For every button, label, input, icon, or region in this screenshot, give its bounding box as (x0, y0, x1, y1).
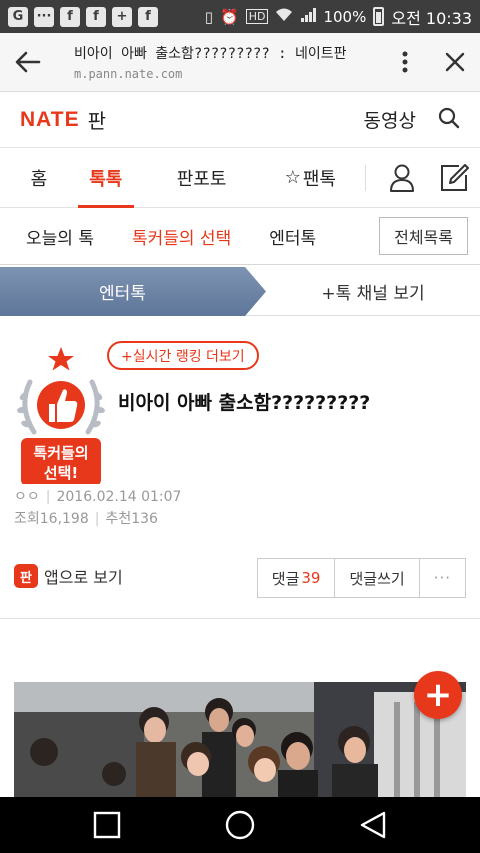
video-link[interactable]: 동영상 (364, 106, 416, 133)
recommend-count: 추천136 (105, 511, 158, 527)
tab-home[interactable]: 홈 (0, 148, 78, 208)
pann-logo-text[interactable]: 판 (88, 105, 106, 134)
close-icon (445, 52, 465, 72)
close-tab-button[interactable] (430, 33, 480, 92)
search-icon (438, 107, 460, 128)
chat-icon: ··· (34, 6, 54, 27)
channel-strip: 엔터톡 +톡 채널 보기 (0, 267, 480, 316)
tab-divider (365, 164, 367, 191)
post-date: 2016.02.14 01:07 (56, 489, 182, 505)
square-icon (93, 811, 120, 839)
site-header: NATE 판 동영상 (0, 92, 480, 148)
back-nav-button[interactable] (343, 797, 403, 853)
current-channel[interactable]: 엔터톡 (0, 267, 245, 316)
circle-home-icon (225, 810, 255, 840)
signal-icon (300, 7, 317, 27)
subtab-today-talk[interactable]: 오늘의 톡 (0, 224, 110, 249)
tab-panphoto[interactable]: 판포토 (152, 148, 252, 208)
page-title-text: 비아이 아빠 출소함????????? : 네이트판 (74, 46, 347, 62)
nate-logo[interactable]: NATE (20, 108, 80, 132)
subtab-enter-talk[interactable]: 엔터톡 (247, 224, 332, 249)
subtab-talkers-choice[interactable]: 톡커들의 선택 (110, 224, 247, 249)
overflow-menu-button[interactable] (380, 33, 430, 92)
alarm-icon: ⏰ (220, 7, 239, 26)
vibrate-icon: ▯ (204, 7, 214, 26)
url-host-text: m.pann.nate.com (74, 67, 183, 81)
recent-apps-button[interactable] (77, 797, 137, 853)
home-button[interactable] (210, 797, 270, 853)
write-comment-button[interactable]: 댓글쓰기 (335, 559, 420, 597)
search-button[interactable] (438, 107, 460, 133)
badge-line1: 톡커들의 (33, 444, 89, 462)
add-person-icon: + (112, 6, 132, 27)
open-in-app-button[interactable]: 판 앱으로 보기 (14, 564, 123, 588)
star-icon: ☆ (284, 167, 301, 188)
battery-icon (373, 7, 385, 26)
badge-line2: 선택! (43, 464, 79, 482)
author-name[interactable]: ㅇㅇ (14, 489, 40, 505)
triangle-back-icon (361, 811, 386, 839)
article-photo (14, 682, 466, 798)
user-icon (390, 164, 415, 192)
url-field[interactable]: 비아이 아빠 출소함????????? : 네이트판 m.pann.nate.c… (56, 43, 380, 81)
article-action-row: 판 앱으로 보기 댓글 39 댓글쓰기 ··· (0, 558, 480, 600)
browser-url-bar: 비아이 아빠 출소함????????? : 네이트판 m.pann.nate.c… (0, 33, 480, 92)
more-vert-icon (402, 51, 408, 73)
back-button[interactable] (0, 33, 56, 92)
realtime-ranking-button[interactable]: +실시간 랭킹 더보기 (107, 341, 259, 370)
all-list-button[interactable]: 전체목록 (379, 217, 468, 255)
tab-fantok[interactable]: ☆ 팬톡 (265, 148, 355, 208)
article-meta-stats: 조회16,198 | 추천136 (14, 511, 158, 527)
comments-button[interactable]: 댓글 39 (257, 559, 336, 597)
tab-toktok[interactable]: 톡톡 (77, 148, 134, 208)
plus-icon: + (423, 675, 453, 715)
comment-count: 39 (301, 569, 321, 587)
battery-percent: 100% (323, 7, 367, 26)
arrow-left-icon (15, 51, 41, 73)
edit-icon (441, 163, 470, 191)
status-bar: G ··· f f + f ▯ ⏰ HD 100% 오전 10:33 (0, 0, 480, 33)
add-floating-button[interactable]: + (414, 671, 462, 719)
divider (0, 618, 480, 619)
group-photo-image (14, 682, 466, 798)
article-meta-author-date: ㅇㅇ | 2016.02.14 01:07 (14, 489, 182, 505)
sub-nav-tabs: 오늘의 톡 톡커들의 선택 엔터톡 전체목록 (0, 208, 480, 265)
talkers-choice-badge: 톡커들의 선택! (12, 344, 110, 484)
my-profile-button[interactable] (376, 148, 428, 208)
write-post-button[interactable] (428, 148, 480, 208)
facebook-icon: f (138, 6, 158, 27)
open-in-app-label: 앱으로 보기 (44, 568, 123, 587)
facebook-icon: f (86, 6, 106, 27)
clock: 오전 10:33 (391, 8, 472, 28)
view-count: 조회16,198 (14, 511, 89, 527)
main-nav-tabs: 홈 톡톡 판포토 ☆ 팬톡 (0, 148, 480, 208)
view-channels-button[interactable]: +톡 채널 보기 (266, 267, 480, 316)
g-icon: G (8, 6, 28, 27)
hd-icon: HD (245, 9, 269, 24)
notification-icons: G ··· f f + f (8, 6, 158, 27)
android-nav-bar (0, 797, 480, 853)
more-options-button[interactable]: ··· (419, 559, 465, 597)
wifi-icon (275, 8, 293, 26)
article-title: 비아이 아빠 출소함????????? (118, 392, 371, 414)
comment-button-group: 댓글 39 댓글쓰기 ··· (256, 558, 466, 598)
pann-app-icon: 판 (14, 564, 38, 588)
facebook-icon: f (60, 6, 80, 27)
